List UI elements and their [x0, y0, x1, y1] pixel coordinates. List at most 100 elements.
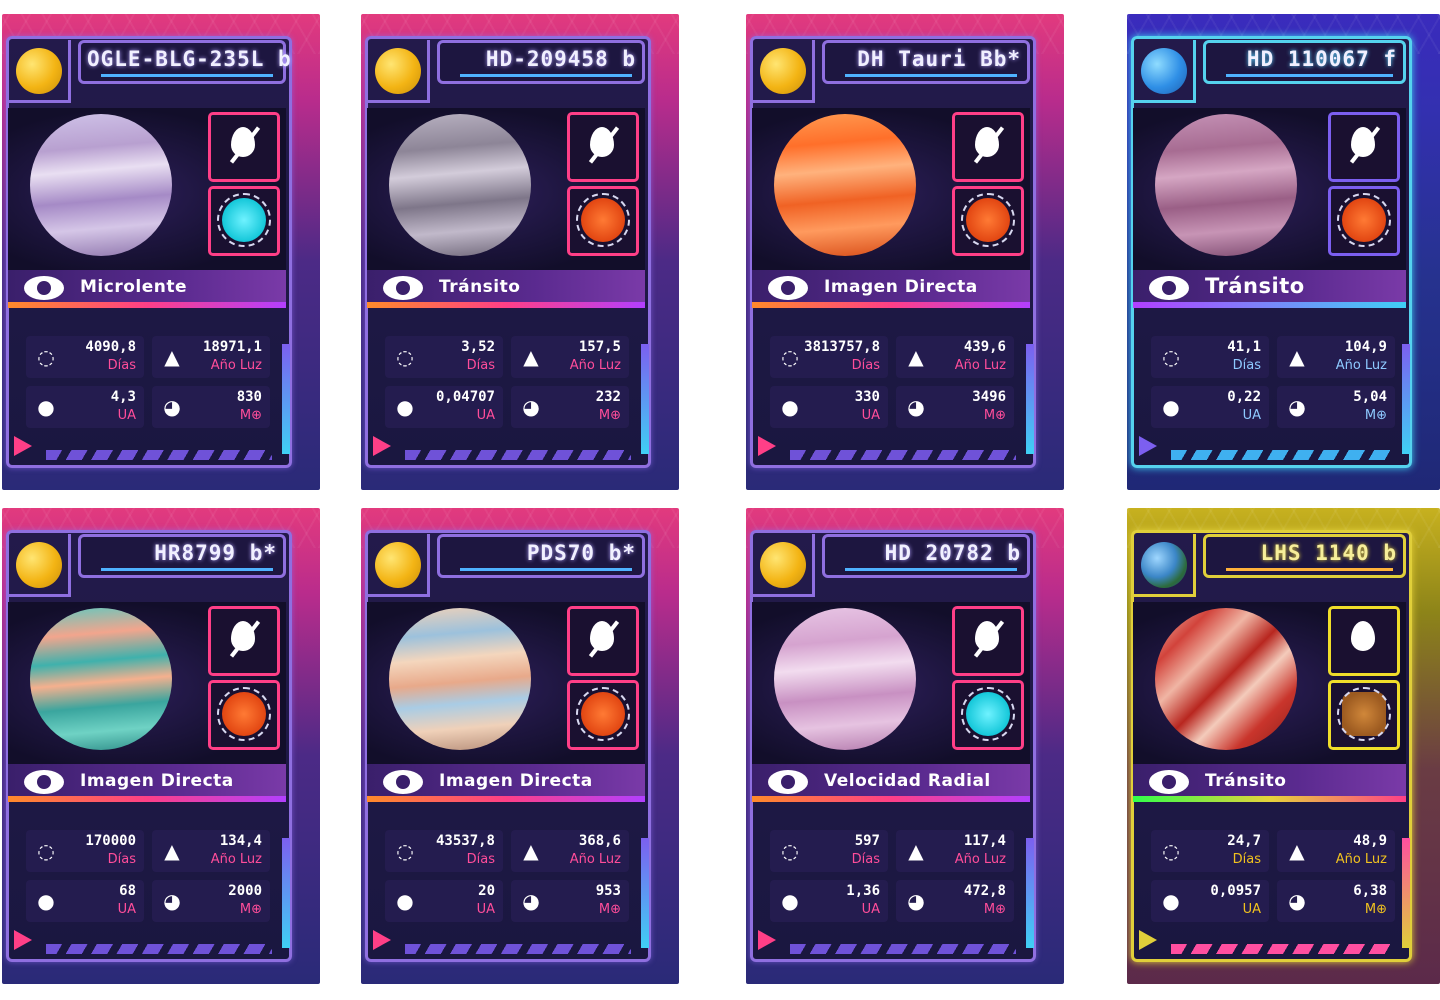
bottom-decoration: [365, 426, 651, 468]
stat-distance: ▲ 134,4 Año Luz: [152, 830, 270, 872]
rocket-icon: ▲: [523, 345, 539, 369]
orbit-icon: ◌: [1162, 345, 1180, 369]
planet-view: [367, 108, 645, 278]
exoplanet-card[interactable]: DH Tauri Bb* Imagen Directa ◌ 3813757,8 Dí…: [746, 14, 1064, 490]
stat-unit: Año Luz: [569, 358, 621, 373]
stat-unit: Año Luz: [210, 852, 262, 867]
method-label: Imagen Directa: [439, 771, 593, 791]
play-triangle-icon: [1139, 436, 1157, 456]
planet-view: [752, 602, 1030, 772]
rocket-icon: ▲: [1289, 839, 1305, 863]
orbit-icon: ◌: [781, 839, 799, 863]
stat-distance: ▲ 104,9 Año Luz: [1277, 336, 1395, 378]
star-type-button[interactable]: [208, 186, 280, 256]
title-underline: [845, 568, 1017, 571]
stat-value: 3813757,8: [804, 339, 880, 355]
yellow-star-icon: [375, 48, 421, 94]
orbit-icon: ◌: [396, 839, 414, 863]
stat-semi-axis: ● 1,36 UA: [770, 880, 888, 922]
star-type-button[interactable]: [567, 186, 639, 256]
star-type-button[interactable]: [952, 680, 1024, 750]
stat-unit: M⊕: [1364, 902, 1387, 917]
mass-icon: ◕: [907, 889, 925, 913]
stat-unit: Año Luz: [954, 852, 1006, 867]
stat-value: 104,9: [1344, 339, 1387, 355]
exoplanet-card[interactable]: HD 110067 f Tránsito ◌ 41,1 Días ▲ 104,9 Año…: [1127, 14, 1440, 490]
stat-semi-axis: ● 0,22 UA: [1151, 386, 1269, 428]
planet-image: [389, 114, 531, 256]
planet-image: [389, 608, 531, 750]
exoplanet-card[interactable]: OGLE-BLG-235L b Microlente ◌ 4090,8 Días ▲…: [2, 14, 320, 490]
exoplanet-card[interactable]: HD-209458 b Tránsito ◌ 3,52 Días ▲ 157,5 Año…: [361, 14, 679, 490]
no-water-button[interactable]: [952, 112, 1024, 182]
bottom-decoration: [1131, 426, 1412, 468]
eye-icon: [768, 770, 808, 794]
orbit-icon: ◌: [396, 345, 414, 369]
orbit-ring-icon: [217, 687, 271, 741]
stat-distance: ▲ 439,6 Año Luz: [896, 336, 1014, 378]
no-water-button[interactable]: [208, 112, 280, 182]
stat-mass: ◕ 830 M⊕: [152, 386, 270, 428]
eye-icon: [1149, 770, 1189, 794]
stat-value: 0,04707: [435, 389, 495, 405]
star-type-button[interactable]: [567, 680, 639, 750]
stat-unit: UA: [117, 408, 136, 423]
exoplanet-card[interactable]: HD 20782 b Velocidad Radial ◌ 597 Días ▲ 11…: [746, 508, 1064, 984]
stat-value: 597: [854, 833, 880, 849]
rocket-icon: ▲: [164, 839, 180, 863]
exoplanet-card[interactable]: LHS 1140 b Tránsito ◌ 24,7 Días ▲ 48,9 Año L…: [1127, 508, 1440, 984]
host-star-box: [8, 40, 71, 103]
stats-panel: ◌ 4090,8 Días ▲ 18971,1 Año Luz ● 4,3 UA ◕ 830 M…: [20, 336, 280, 436]
orbit-icon: ◌: [781, 345, 799, 369]
stat-unit: M⊕: [598, 902, 621, 917]
stat-value: 24,7: [1227, 833, 1261, 849]
planet-name: HD-209458 b: [485, 47, 636, 71]
method-bar: [8, 796, 286, 802]
eye-icon: [24, 770, 64, 794]
bottom-decoration: [6, 920, 292, 962]
exoplanet-card[interactable]: PDS70 b* Imagen Directa ◌ 43537,8 Días ▲ 36…: [361, 508, 679, 984]
method-bar: [1133, 796, 1406, 802]
exoplanet-card[interactable]: HR8799 b* Imagen Directa ◌ 170000 Días ▲ 13…: [2, 508, 320, 984]
stripe-decoration: [405, 450, 631, 460]
no-water-button[interactable]: [567, 606, 639, 676]
no-water-button[interactable]: [952, 606, 1024, 676]
planet-star-icon: ●: [781, 889, 799, 913]
star-type-button[interactable]: [208, 680, 280, 750]
no-water-button[interactable]: [208, 606, 280, 676]
planet-image: [1155, 114, 1297, 256]
bottom-decoration: [750, 920, 1036, 962]
orbit-icon: ◌: [37, 345, 55, 369]
planet-image: [774, 608, 916, 750]
play-triangle-icon: [1139, 930, 1157, 950]
orbit-ring-icon: [961, 687, 1015, 741]
stat-value: 20: [478, 883, 495, 899]
stats-panel: ◌ 3813757,8 Días ▲ 439,6 Año Luz ● 330 UA ◕ 349…: [764, 336, 1024, 436]
stat-unit: M⊕: [983, 408, 1006, 423]
rocket-icon: ▲: [523, 839, 539, 863]
planet-view: [752, 108, 1030, 278]
stats-panel: ◌ 41,1 Días ▲ 104,9 Año Luz ● 0,22 UA ◕ 5,04 M⊕: [1145, 336, 1400, 436]
stat-period: ◌ 3813757,8 Días: [770, 336, 888, 378]
no-water-button[interactable]: [1328, 112, 1400, 182]
water-button[interactable]: [1328, 606, 1400, 676]
mass-icon: ◕: [163, 395, 181, 419]
stripe-decoration: [1171, 944, 1392, 954]
method-label: Microlente: [80, 277, 187, 297]
orbit-ring-icon: [576, 687, 630, 741]
stat-value: 0,22: [1227, 389, 1261, 405]
orbit-icon: ◌: [1162, 839, 1180, 863]
rocket-icon: ▲: [1289, 345, 1305, 369]
star-type-button[interactable]: [952, 186, 1024, 256]
stats-panel: ◌ 43537,8 Días ▲ 368,6 Año Luz ● 20 UA ◕ 953 M⊕: [379, 830, 639, 930]
stat-semi-axis: ● 0,04707 UA: [385, 386, 503, 428]
stat-value: 232: [595, 389, 621, 405]
no-water-button[interactable]: [567, 112, 639, 182]
star-type-button[interactable]: [1328, 680, 1400, 750]
star-type-button[interactable]: [1328, 186, 1400, 256]
stats-panel: ◌ 24,7 Días ▲ 48,9 Año Luz ● 0,0957 UA ◕ 6,38 M⊕: [1145, 830, 1400, 930]
play-triangle-icon: [373, 930, 391, 950]
stat-unit: Año Luz: [954, 358, 1006, 373]
stats-panel: ◌ 3,52 Días ▲ 157,5 Año Luz ● 0,04707 UA ◕ 232 M…: [379, 336, 639, 436]
method-bar: [367, 796, 645, 802]
